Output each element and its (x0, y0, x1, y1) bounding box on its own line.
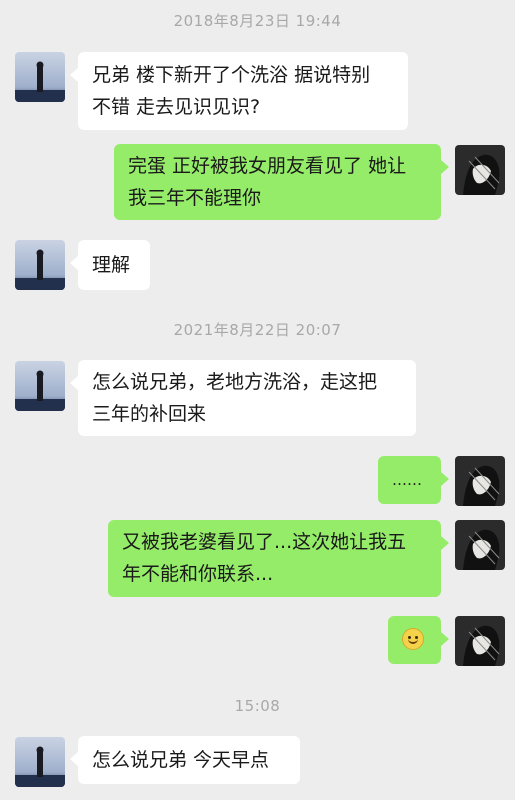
timestamp: 2018年8月23日 19:44 (173, 12, 342, 30)
message-text: 怎么说兄弟，老地方洗浴，走这把 三年的补回来 (92, 371, 378, 425)
my-avatar[interactable] (455, 456, 505, 506)
timestamp: 15:08 (234, 697, 281, 715)
message-bubble-incoming[interactable]: 理解 (70, 240, 150, 290)
message-bubble-outgoing[interactable]: 完蛋 正好被我女朋友看见了 她让 我三年不能理你 (114, 144, 449, 220)
message-text: 兄弟 楼下新开了个洗浴 据说特别 不错 走去见识见识? (92, 64, 371, 118)
my-avatar[interactable] (455, 616, 505, 666)
my-avatar[interactable] (455, 145, 505, 195)
message-text: 怎么说兄弟 今天早点 (92, 749, 270, 771)
friend-avatar-image (15, 737, 65, 787)
message-bubble-outgoing[interactable]: …… (378, 456, 449, 504)
friend-avatar-image (15, 52, 65, 102)
my-avatar[interactable] (455, 520, 505, 570)
message-bubble-incoming[interactable]: 兄弟 楼下新开了个洗浴 据说特别 不错 走去见识见识? (70, 52, 408, 130)
friend-avatar[interactable] (15, 737, 65, 787)
friend-avatar[interactable] (15, 52, 65, 102)
smile-emoji-icon (402, 628, 424, 650)
friend-avatar-image (15, 240, 65, 290)
my-avatar-image (455, 616, 505, 666)
message-bubble-incoming[interactable]: 怎么说兄弟，老地方洗浴，走这把 三年的补回来 (70, 360, 416, 436)
message-text: 又被我老婆看见了...这次她让我五 年不能和你联系... (122, 531, 407, 585)
message-bubble-outgoing[interactable] (388, 616, 449, 664)
my-avatar-image (455, 145, 505, 195)
timestamp: 2021年8月22日 20:07 (173, 321, 342, 339)
message-text: 完蛋 正好被我女朋友看见了 她让 我三年不能理你 (128, 155, 407, 209)
friend-avatar[interactable] (15, 361, 65, 411)
friend-avatar-image (15, 361, 65, 411)
message-bubble-incoming[interactable]: 怎么说兄弟 今天早点 (70, 736, 300, 784)
message-text: …… (392, 471, 422, 489)
my-avatar-image (455, 520, 505, 570)
friend-avatar[interactable] (15, 240, 65, 290)
my-avatar-image (455, 456, 505, 506)
message-text: 理解 (92, 254, 131, 276)
message-bubble-outgoing[interactable]: 又被我老婆看见了...这次她让我五 年不能和你联系... (108, 520, 449, 597)
